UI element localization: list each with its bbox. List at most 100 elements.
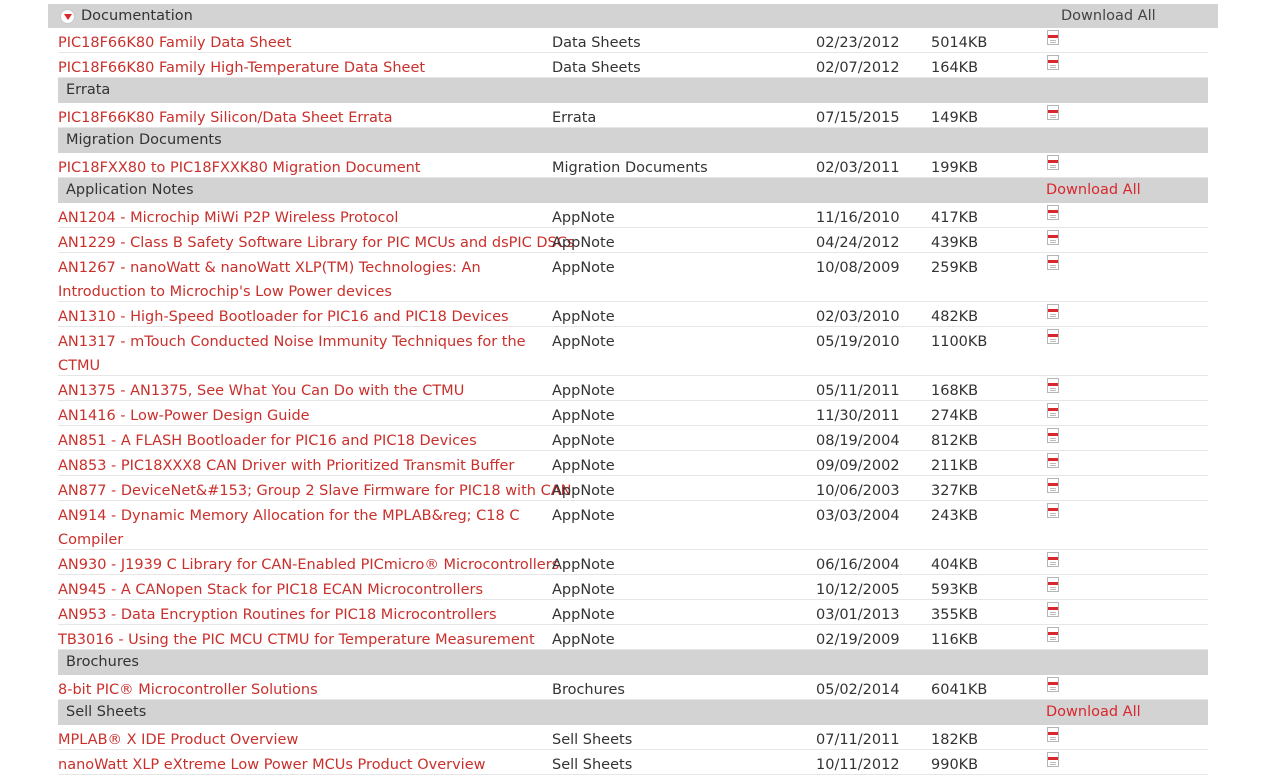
document-row: AN877 - DeviceNet&#153; Group 2 Slave Fi… — [58, 476, 1208, 501]
category-header: Brochures — [58, 650, 1208, 675]
document-size: 149KB — [931, 110, 979, 126]
document-row: TB3016 - Using the PIC MCU CTMU for Temp… — [58, 625, 1208, 650]
document-row: AN1310 - High-Speed Bootloader for PIC16… — [58, 302, 1208, 327]
document-size: 812KB — [931, 433, 979, 449]
pdf-icon[interactable] — [1047, 105, 1059, 120]
pdf-icon[interactable] — [1047, 478, 1059, 493]
document-row: PIC18F66K80 Family Silicon/Data Sheet Er… — [58, 103, 1208, 128]
document-link[interactable]: AN1375 - AN1375, See What You Can Do wit… — [58, 379, 550, 403]
pdf-icon[interactable] — [1047, 552, 1059, 567]
document-link[interactable]: MPLAB® X IDE Product Overview — [58, 728, 550, 752]
document-link[interactable]: AN1416 - Low-Power Design Guide — [58, 404, 550, 428]
document-link[interactable]: AN877 - DeviceNet&#153; Group 2 Slave Fi… — [58, 479, 571, 503]
document-row: MPLAB® X IDE Product Overview Sell Sheets… — [58, 725, 1208, 750]
document-link[interactable]: AN1310 - High-Speed Bootloader for PIC16… — [58, 305, 550, 329]
document-date: 02/19/2009 — [816, 632, 900, 648]
pdf-icon[interactable] — [1047, 428, 1059, 443]
document-link[interactable]: AN914 - Dynamic Memory Allocation for th… — [58, 504, 550, 552]
category-download-all-button[interactable]: Download All — [1046, 704, 1141, 720]
document-row: nanoWatt XLP eXtreme Low Power MCUs Prod… — [58, 750, 1208, 775]
document-size: 439KB — [931, 235, 979, 251]
category-header: Sell Sheets Download All — [58, 700, 1208, 725]
pdf-icon[interactable] — [1047, 230, 1059, 245]
document-size: 243KB — [931, 508, 979, 524]
pdf-icon[interactable] — [1047, 55, 1059, 70]
document-size: 482KB — [931, 309, 979, 325]
document-type: AppNote — [552, 210, 615, 226]
document-link[interactable]: AN853 - PIC18XXX8 CAN Driver with Priori… — [58, 454, 550, 478]
pdf-icon[interactable] — [1047, 304, 1059, 319]
document-date: 08/19/2004 — [816, 433, 900, 449]
document-link[interactable]: AN945 - A CANopen Stack for PIC18 ECAN M… — [58, 578, 550, 602]
document-type: AppNote — [552, 508, 615, 524]
pdf-icon[interactable] — [1047, 255, 1059, 270]
document-row: AN1204 - Microchip MiWi P2P Wireless Pro… — [58, 203, 1208, 228]
document-link[interactable]: PIC18F66K80 Family Silicon/Data Sheet Er… — [58, 106, 550, 130]
document-row: AN914 - Dynamic Memory Allocation for th… — [58, 501, 1208, 550]
document-size: 116KB — [931, 632, 979, 648]
category-download-all-button[interactable]: Download All — [1046, 182, 1141, 198]
document-link[interactable]: PIC18F66K80 Family Data Sheet — [58, 31, 550, 55]
document-size: 5014KB — [931, 35, 988, 51]
document-link[interactable]: PIC18FXX80 to PIC18FXXK80 Migration Docu… — [58, 156, 550, 180]
document-link[interactable]: AN1267 - nanoWatt & nanoWatt XLP(TM) Tec… — [58, 256, 550, 304]
document-link[interactable]: AN1317 - mTouch Conducted Noise Immunity… — [58, 330, 550, 378]
pdf-icon[interactable] — [1047, 677, 1059, 692]
pdf-icon[interactable] — [1047, 30, 1059, 45]
document-date: 04/24/2012 — [816, 235, 900, 251]
document-link[interactable]: PIC18F66K80 Family High-Temperature Data… — [58, 56, 550, 80]
document-size: 164KB — [931, 60, 979, 76]
document-date: 03/01/2013 — [816, 607, 900, 623]
pdf-icon[interactable] — [1047, 503, 1059, 518]
document-link[interactable]: TB3016 - Using the PIC MCU CTMU for Temp… — [58, 628, 550, 652]
document-row: AN953 - Data Encryption Routines for PIC… — [58, 600, 1208, 625]
document-row: AN1375 - AN1375, See What You Can Do wit… — [58, 376, 1208, 401]
document-link[interactable]: AN851 - A FLASH Bootloader for PIC16 and… — [58, 429, 550, 453]
document-size: 355KB — [931, 607, 979, 623]
document-type: AppNote — [552, 235, 615, 251]
document-date: 03/03/2004 — [816, 508, 900, 524]
document-list: PIC18F66K80 Family Data Sheet Data Sheets… — [58, 28, 1208, 775]
category-header: Migration Documents — [58, 128, 1208, 153]
pdf-icon[interactable] — [1047, 453, 1059, 468]
category-header: Application Notes Download All — [58, 178, 1208, 203]
document-size: 259KB — [931, 260, 979, 276]
document-date: 07/11/2011 — [816, 732, 900, 748]
document-row: PIC18F66K80 Family Data Sheet Data Sheets… — [58, 28, 1208, 53]
document-date: 02/23/2012 — [816, 35, 900, 51]
collapse-arrow-icon[interactable] — [60, 9, 75, 24]
pdf-icon[interactable] — [1047, 577, 1059, 592]
document-link[interactable]: AN930 - J1939 C Library for CAN-Enabled … — [58, 553, 559, 577]
document-size: 182KB — [931, 732, 979, 748]
pdf-icon[interactable] — [1047, 155, 1059, 170]
pdf-icon[interactable] — [1047, 602, 1059, 617]
document-type: Data Sheets — [552, 60, 641, 76]
documentation-header[interactable]: Documentation Download All — [48, 4, 1218, 28]
document-link[interactable]: nanoWatt XLP eXtreme Low Power MCUs Prod… — [58, 753, 550, 777]
pdf-icon[interactable] — [1047, 752, 1059, 767]
document-type: Sell Sheets — [552, 757, 633, 773]
document-date: 05/19/2010 — [816, 334, 900, 350]
document-type: AppNote — [552, 458, 615, 474]
document-type: AppNote — [552, 433, 615, 449]
document-date: 02/03/2010 — [816, 309, 900, 325]
document-date: 09/09/2002 — [816, 458, 900, 474]
document-size: 327KB — [931, 483, 979, 499]
pdf-icon[interactable] — [1047, 205, 1059, 220]
pdf-icon[interactable] — [1047, 403, 1059, 418]
document-link[interactable]: AN1204 - Microchip MiWi P2P Wireless Pro… — [58, 206, 550, 230]
document-date: 10/06/2003 — [816, 483, 900, 499]
document-link[interactable]: 8-bit PIC® Microcontroller Solutions — [58, 678, 550, 702]
document-size: 168KB — [931, 383, 979, 399]
pdf-icon[interactable] — [1047, 378, 1059, 393]
download-all-button[interactable]: Download All — [1061, 8, 1156, 24]
document-date: 05/11/2011 — [816, 383, 900, 399]
pdf-icon[interactable] — [1047, 727, 1059, 742]
document-link[interactable]: AN1229 - Class B Safety Software Library… — [58, 231, 574, 255]
document-link[interactable]: AN953 - Data Encryption Routines for PIC… — [58, 603, 550, 627]
document-row: AN945 - A CANopen Stack for PIC18 ECAN M… — [58, 575, 1208, 600]
document-date: 10/12/2005 — [816, 582, 900, 598]
pdf-icon[interactable] — [1047, 329, 1059, 344]
pdf-icon[interactable] — [1047, 627, 1059, 642]
category-label: Application Notes — [66, 182, 194, 198]
